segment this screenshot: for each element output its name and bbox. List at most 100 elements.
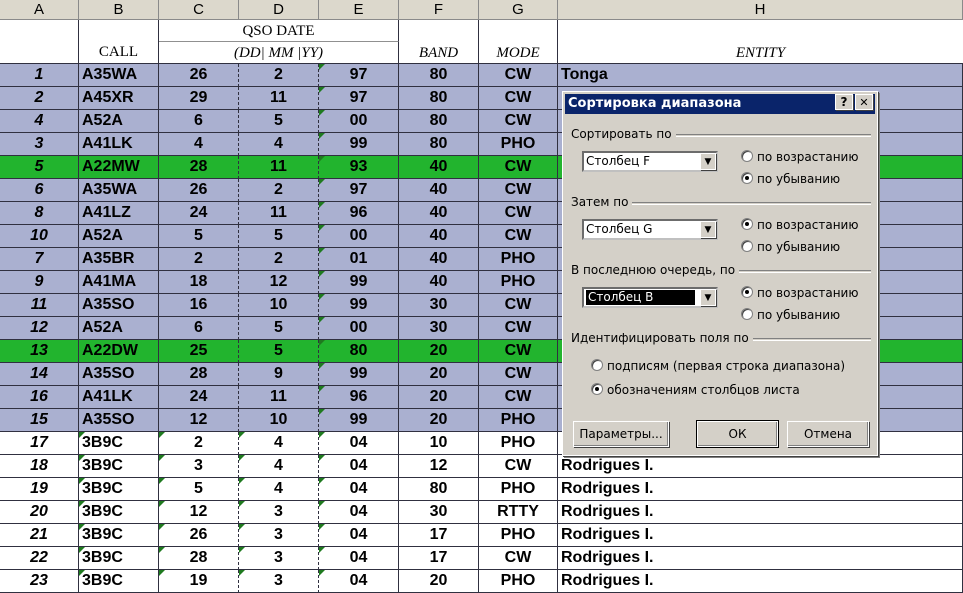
row-number[interactable]: 21 bbox=[0, 524, 79, 547]
month-cell[interactable]: 10 bbox=[239, 409, 319, 432]
year-cell[interactable]: 04 bbox=[319, 524, 399, 547]
identify-by-labels-radio[interactable]: подписям (первая строка диапазона) bbox=[591, 358, 845, 374]
table-row[interactable]: 19 3B9C 5 4 04 80 PHO Rodrigues I. bbox=[0, 478, 963, 501]
band-cell[interactable]: 40 bbox=[399, 202, 479, 225]
dialog-title-bar[interactable]: Сортировка диапазона bbox=[565, 94, 875, 114]
band-cell[interactable]: 40 bbox=[399, 156, 479, 179]
month-cell[interactable]: 3 bbox=[239, 547, 319, 570]
band-cell[interactable]: 30 bbox=[399, 501, 479, 524]
mode-cell[interactable]: PHO bbox=[479, 271, 558, 294]
year-cell[interactable]: 99 bbox=[319, 409, 399, 432]
chevron-down-icon[interactable]: ▼ bbox=[700, 153, 716, 170]
entity-cell[interactable]: Rodrigues I. bbox=[558, 501, 963, 524]
band-cell[interactable]: 80 bbox=[399, 64, 479, 87]
call-cell[interactable]: A35WA bbox=[79, 179, 159, 202]
call-cell[interactable]: 3B9C bbox=[79, 524, 159, 547]
row-number[interactable]: 12 bbox=[0, 317, 79, 340]
month-cell[interactable]: 3 bbox=[239, 524, 319, 547]
year-cell[interactable]: 97 bbox=[319, 87, 399, 110]
day-cell[interactable]: 2 bbox=[159, 248, 239, 271]
call-cell[interactable]: A22MW bbox=[79, 156, 159, 179]
row-number[interactable]: 17 bbox=[0, 432, 79, 455]
mode-cell[interactable]: CW bbox=[479, 386, 558, 409]
row-number[interactable]: 4 bbox=[0, 110, 79, 133]
band-cell[interactable]: 17 bbox=[399, 547, 479, 570]
row-number[interactable]: 15 bbox=[0, 409, 79, 432]
day-cell[interactable]: 24 bbox=[159, 202, 239, 225]
month-cell[interactable]: 2 bbox=[239, 64, 319, 87]
sort-by-asc-radio[interactable]: по возрастанию bbox=[741, 149, 858, 165]
then-by-asc-radio[interactable]: по возрастанию bbox=[741, 217, 858, 233]
row-number[interactable]: 20 bbox=[0, 501, 79, 524]
table-row[interactable]: 23 3B9C 19 3 04 20 PHO Rodrigues I. bbox=[0, 570, 963, 593]
mode-cell[interactable]: CW bbox=[479, 225, 558, 248]
mode-cell[interactable]: CW bbox=[479, 179, 558, 202]
mode-cell[interactable]: CW bbox=[479, 363, 558, 386]
row-number[interactable]: 13 bbox=[0, 340, 79, 363]
day-cell[interactable]: 28 bbox=[159, 156, 239, 179]
band-cell[interactable]: 30 bbox=[399, 317, 479, 340]
column-header-h[interactable]: H bbox=[558, 0, 963, 20]
table-row[interactable]: 21 3B9C 26 3 04 17 PHO Rodrigues I. bbox=[0, 524, 963, 547]
year-cell[interactable]: 99 bbox=[319, 271, 399, 294]
mode-cell[interactable]: RTTY bbox=[479, 501, 558, 524]
day-cell[interactable]: 28 bbox=[159, 363, 239, 386]
row-number[interactable]: 3 bbox=[0, 133, 79, 156]
call-cell[interactable]: A52A bbox=[79, 110, 159, 133]
band-cell[interactable]: 80 bbox=[399, 478, 479, 501]
identify-by-columns-radio[interactable]: обозначениям столбцов листа bbox=[591, 382, 800, 398]
year-cell[interactable]: 99 bbox=[319, 294, 399, 317]
mode-cell[interactable]: CW bbox=[479, 64, 558, 87]
row-number[interactable]: 11 bbox=[0, 294, 79, 317]
row-number[interactable]: 6 bbox=[0, 179, 79, 202]
call-cell[interactable]: A41LK bbox=[79, 133, 159, 156]
band-cell[interactable]: 12 bbox=[399, 455, 479, 478]
year-cell[interactable]: 04 bbox=[319, 570, 399, 593]
column-header-d[interactable]: D bbox=[239, 0, 319, 20]
call-cell[interactable]: 3B9C bbox=[79, 432, 159, 455]
last-by-asc-radio[interactable]: по возрастанию bbox=[741, 285, 858, 301]
call-cell[interactable]: A35SO bbox=[79, 363, 159, 386]
then-by-desc-radio[interactable]: по убыванию bbox=[741, 239, 840, 255]
band-cell[interactable]: 40 bbox=[399, 248, 479, 271]
day-cell[interactable]: 3 bbox=[159, 455, 239, 478]
entity-cell[interactable]: Rodrigues I. bbox=[558, 455, 963, 478]
call-cell[interactable]: A45XR bbox=[79, 87, 159, 110]
sort-by-desc-radio[interactable]: по убыванию bbox=[741, 171, 840, 187]
mode-cell[interactable]: CW bbox=[479, 317, 558, 340]
row-number[interactable]: 14 bbox=[0, 363, 79, 386]
month-cell[interactable]: 4 bbox=[239, 432, 319, 455]
cancel-button[interactable]: Отмена bbox=[787, 421, 869, 447]
entity-cell[interactable]: Tonga bbox=[558, 64, 963, 87]
band-cell[interactable]: 80 bbox=[399, 133, 479, 156]
mode-cell[interactable]: PHO bbox=[479, 133, 558, 156]
day-cell[interactable]: 26 bbox=[159, 64, 239, 87]
options-button[interactable]: Параметры... bbox=[573, 421, 669, 447]
band-cell[interactable]: 20 bbox=[399, 570, 479, 593]
band-cell[interactable]: 20 bbox=[399, 386, 479, 409]
column-header-c[interactable]: C bbox=[159, 0, 239, 20]
mode-cell[interactable]: CW bbox=[479, 156, 558, 179]
day-cell[interactable]: 29 bbox=[159, 87, 239, 110]
band-cell[interactable]: 40 bbox=[399, 225, 479, 248]
column-header-a[interactable]: A bbox=[0, 0, 79, 20]
year-cell[interactable]: 99 bbox=[319, 363, 399, 386]
day-cell[interactable]: 12 bbox=[159, 409, 239, 432]
month-cell[interactable]: 5 bbox=[239, 110, 319, 133]
call-cell[interactable]: A41LK bbox=[79, 386, 159, 409]
call-cell[interactable]: 3B9C bbox=[79, 478, 159, 501]
row-number[interactable]: 8 bbox=[0, 202, 79, 225]
call-cell[interactable]: A41MA bbox=[79, 271, 159, 294]
call-cell[interactable]: A35WA bbox=[79, 64, 159, 87]
band-cell[interactable]: 17 bbox=[399, 524, 479, 547]
row-number[interactable]: 1 bbox=[0, 64, 79, 87]
call-cell[interactable]: 3B9C bbox=[79, 501, 159, 524]
year-cell[interactable]: 04 bbox=[319, 478, 399, 501]
table-row[interactable]: 22 3B9C 28 3 04 17 CW Rodrigues I. bbox=[0, 547, 963, 570]
year-cell[interactable]: 00 bbox=[319, 110, 399, 133]
month-cell[interactable]: 3 bbox=[239, 501, 319, 524]
table-row[interactable]: 18 3B9C 3 4 04 12 CW Rodrigues I. bbox=[0, 455, 963, 478]
call-cell[interactable]: A35BR bbox=[79, 248, 159, 271]
month-cell[interactable]: 4 bbox=[239, 478, 319, 501]
year-cell[interactable]: 80 bbox=[319, 340, 399, 363]
